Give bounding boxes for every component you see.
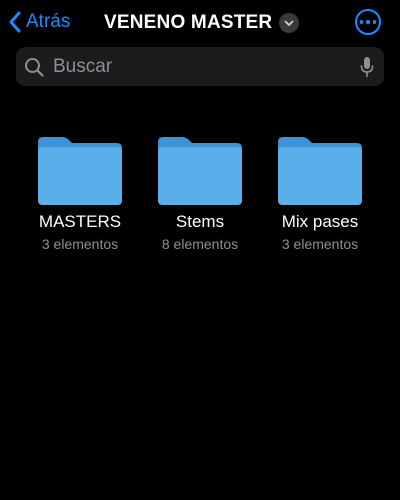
navigation-bar: Atrás VENENO MASTER [0,0,400,44]
search-bar[interactable] [16,47,384,86]
magnifying-glass-icon [25,57,44,77]
folder-name: Mix pases [281,212,359,231]
folder-item-count: 3 elementos [41,236,119,252]
folder-item-count: 8 elementos [161,236,239,252]
folder-icon [158,137,242,205]
chevron-down-icon [279,13,300,33]
back-label: Atrás [26,11,71,32]
ellipsis-dot [372,20,377,24]
folder-title-menu[interactable]: VENENO MASTER [104,9,300,37]
microphone-icon[interactable] [360,56,374,78]
folder-icon [278,137,362,205]
folder-name: MASTERS [38,212,122,231]
folder-item-mix-pases[interactable]: Mix pases 3 elementos [260,134,380,252]
folder-item-stems[interactable]: Stems 8 elementos [140,134,260,252]
chevron-left-icon [9,11,21,33]
ellipsis-dot [366,20,370,24]
folder-item-masters[interactable]: MASTERS 3 elementos [20,134,140,252]
folder-grid: MASTERS 3 elementos Stems 8 elementos Mi… [20,134,380,252]
folder-item-count: 3 elementos [281,236,359,252]
back-button[interactable]: Atrás [8,8,70,36]
search-input[interactable] [51,54,360,79]
folder-icon [38,137,122,205]
more-options-button[interactable] [355,9,381,35]
folder-name: Stems [175,212,225,231]
ellipsis-circle-icon [359,20,364,24]
page-title: VENENO MASTER [104,12,273,33]
